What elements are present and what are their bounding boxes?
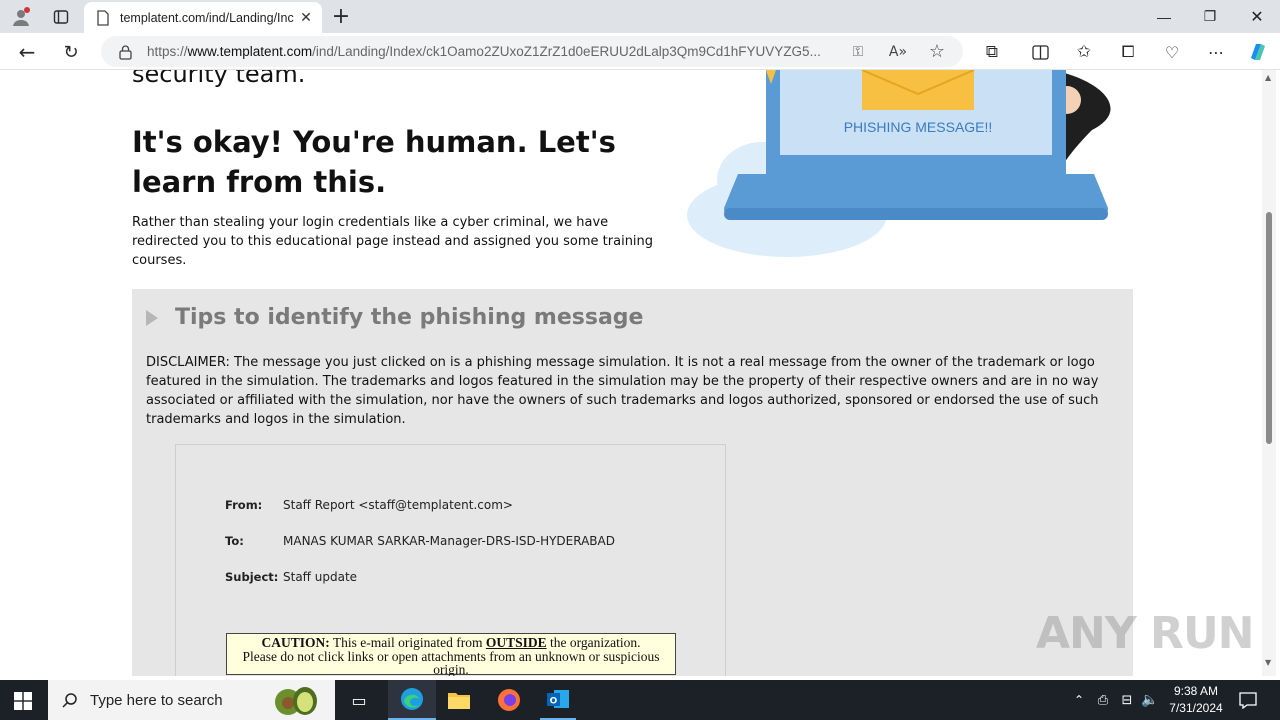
to-value: MANAS KUMAR SARKAR-Manager-DRS-ISD-HYDER…: [283, 534, 615, 548]
file-explorer-icon[interactable]: [446, 688, 472, 712]
from-value: Staff Report <staff@templatent.com>: [283, 498, 513, 512]
task-view-icon[interactable]: ▭: [348, 689, 370, 711]
email-to-row: To: MANAS KUMAR SARKAR-Manager-DRS-ISD-H…: [225, 534, 615, 548]
avocado-icon: [275, 687, 317, 715]
expand-arrow-icon[interactable]: [146, 309, 158, 326]
volume-icon[interactable]: 🔈: [1140, 690, 1160, 710]
split-screen-icon[interactable]: [1029, 41, 1051, 63]
network-icon[interactable]: ⊟: [1117, 690, 1137, 710]
caution-text-3: Please do not click links or open attach…: [242, 648, 660, 676]
close-tab-icon[interactable]: ✕: [298, 10, 314, 26]
url-text[interactable]: https://www.templatent.com/ind/Landing/I…: [147, 44, 837, 59]
browser-essentials-icon[interactable]: ♡: [1161, 41, 1183, 63]
favorites-icon[interactable]: ✩: [1073, 41, 1095, 63]
tips-title: Tips to identify the phishing message: [175, 305, 644, 330]
browser-toolbar: ← ↻ https://www.templatent.com/ind/Landi…: [0, 33, 1280, 70]
tips-toggle[interactable]: Tips to identify the phishing message: [146, 305, 643, 330]
clock-time: 9:38 AM: [1173, 684, 1219, 698]
page-icon: [97, 9, 109, 26]
copilot-icon[interactable]: [1245, 39, 1271, 65]
email-subject-row: Subject: Staff update: [225, 570, 357, 584]
anyrun-watermark: ANY RUN: [1036, 608, 1254, 659]
tab-title: templatent.com/ind/Landing/Inc: [120, 10, 294, 25]
profile-avatar-icon[interactable]: [10, 6, 32, 28]
svg-text:O: O: [550, 697, 558, 707]
show-hidden-icons-icon[interactable]: ⌃: [1070, 690, 1088, 710]
intro-text: Rather than stealing your login credenti…: [132, 215, 654, 268]
outlook-icon[interactable]: O: [540, 680, 576, 720]
tips-section: Tips to identify the phishing message DI…: [132, 289, 1133, 676]
page-scrollbar[interactable]: ▲ ▼: [1262, 70, 1276, 676]
firefox-icon[interactable]: [496, 688, 522, 712]
key-icon[interactable]: ⚿: [849, 43, 867, 61]
windows-start-icon[interactable]: [12, 690, 34, 712]
new-tab-icon[interactable]: +: [330, 4, 352, 29]
page-viewport: security team. It's okay! You're human. …: [4, 70, 1262, 676]
email-from-row: From: Staff Report <staff@templatent.com…: [225, 498, 513, 512]
search-placeholder: Type here to search: [90, 691, 223, 709]
heading-fragment: security team.: [132, 70, 306, 88]
clock-date: 7/31/2024: [1169, 701, 1223, 715]
subject-value: Staff update: [283, 570, 358, 584]
email-preview: From: Staff Report <staff@templatent.com…: [175, 444, 726, 676]
close-window-icon[interactable]: ✕: [1234, 0, 1280, 33]
to-label: To:: [225, 534, 244, 548]
address-bar[interactable]: https://www.templatent.com/ind/Landing/I…: [101, 36, 963, 67]
phishing-message-label: PHISHING MESSAGE!!: [844, 119, 993, 135]
scroll-down-icon[interactable]: ▼: [1265, 658, 1271, 667]
read-aloud-icon[interactable]: A»: [888, 42, 908, 62]
back-icon[interactable]: ←: [16, 40, 38, 64]
lock-icon[interactable]: [117, 44, 133, 60]
scroll-up-icon[interactable]: ▲: [1265, 73, 1271, 82]
notifications-icon[interactable]: [1237, 689, 1259, 711]
phishing-illustration: PHISHING MESSAGE!!: [672, 70, 1142, 260]
more-options-icon[interactable]: ⋯: [1205, 41, 1227, 63]
refresh-icon[interactable]: ↻: [60, 41, 82, 63]
tab-strip: templatent.com/ind/Landing/Inc ✕ + — ❐ ✕: [0, 0, 1280, 33]
subject-label: Subject:: [225, 570, 279, 584]
favorite-star-icon[interactable]: ☆: [927, 41, 947, 62]
tab-active[interactable]: templatent.com/ind/Landing/Inc ✕: [84, 2, 322, 33]
caution-banner: CAUTION: This e-mail originated from OUT…: [226, 633, 676, 676]
tab-actions-icon[interactable]: [50, 6, 72, 28]
taskbar: Type here to search ▭ O ⌃ ⎙ ⊟ 🔈 9:38 AM …: [0, 680, 1280, 720]
scrollbar-thumb[interactable]: [1266, 212, 1272, 444]
system-clock[interactable]: 9:38 AM 7/31/2024: [1166, 683, 1226, 717]
search-icon: [62, 693, 77, 708]
from-label: From:: [225, 498, 263, 512]
taskbar-search-box[interactable]: Type here to search: [48, 680, 335, 720]
disclaimer-text: DISCLAIMER: The message you just clicked…: [146, 355, 1099, 427]
minimize-icon[interactable]: —: [1141, 0, 1187, 33]
edge-taskbar-icon[interactable]: [388, 680, 436, 720]
device-icon[interactable]: ⎙: [1094, 690, 1112, 710]
collections-icon[interactable]: ⧠: [1117, 41, 1139, 63]
extensions-icon[interactable]: ⧉: [981, 41, 1003, 63]
page-heading: It's okay! You're human. Let's learn fro…: [132, 125, 616, 199]
restore-icon[interactable]: ❐: [1187, 0, 1233, 33]
